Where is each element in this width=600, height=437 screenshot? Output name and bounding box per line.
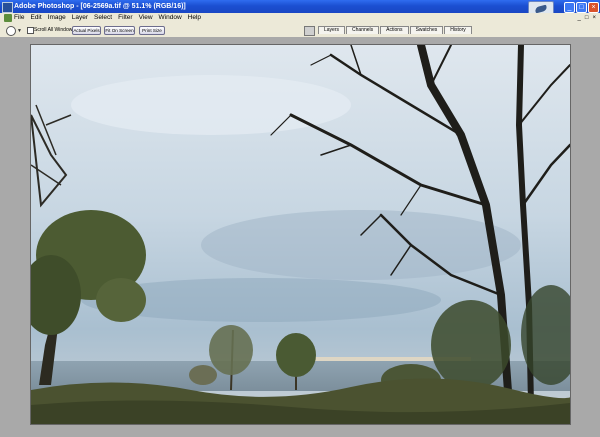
menu-filter[interactable]: Filter (118, 13, 132, 23)
scroll-all-windows-checkbox[interactable] (27, 27, 34, 34)
tab-swatches[interactable]: Swatches (409, 26, 444, 34)
print-size-button[interactable]: Print Size (139, 26, 165, 35)
menu-view[interactable]: View (139, 13, 153, 23)
fit-on-screen-button[interactable]: Fit On Screen (104, 26, 135, 35)
minimize-button[interactable]: _ (564, 2, 575, 13)
menu-bar: File Edit Image Layer Select Filter View… (0, 13, 600, 23)
lakeshore-photo (31, 45, 570, 424)
tab-actions[interactable]: Actions (380, 26, 409, 34)
window-title: Adobe Photoshop - [06-2569a.tif @ 51.1% … (14, 3, 186, 10)
zoom-tool-icon[interactable] (6, 26, 16, 36)
scroll-all-windows-label: Scroll All Windows (34, 27, 75, 33)
menu-edit[interactable]: Edit (30, 13, 41, 23)
tab-layers[interactable]: Layers (318, 26, 346, 34)
photoshop-app-icon[interactable] (2, 2, 13, 13)
menu-image[interactable]: Image (48, 13, 66, 23)
doc-restore-icon[interactable]: □ (585, 14, 589, 22)
menu-layer[interactable]: Layer (72, 13, 88, 23)
menu-select[interactable]: Select (94, 13, 112, 23)
menu-window[interactable]: Window (159, 13, 182, 23)
tab-channels[interactable]: Channels (346, 26, 380, 34)
tab-history[interactable]: History (444, 26, 472, 34)
title-bar: Adobe Photoshop - [06-2569a.tif @ 51.1% … (0, 0, 600, 17)
maximize-button[interactable]: □ (576, 2, 587, 13)
doc-close-icon[interactable]: × (592, 14, 596, 22)
options-bar: ▼ Scroll All Windows Actual Pixels Fit O… (0, 23, 600, 38)
doc-minimize-icon[interactable]: _ (578, 14, 581, 22)
close-button[interactable]: × (588, 2, 599, 13)
chevron-down-icon[interactable]: ▼ (17, 28, 22, 34)
actual-pixels-button[interactable]: Actual Pixels (72, 26, 101, 35)
palette-well-icon[interactable] (304, 26, 315, 36)
menu-help[interactable]: Help (188, 13, 201, 23)
menu-file[interactable]: File (14, 13, 24, 23)
document-image[interactable] (31, 45, 570, 424)
document-icon[interactable] (4, 14, 12, 22)
palette-tabs: Layers Channels Actions Swatches History (318, 26, 473, 34)
